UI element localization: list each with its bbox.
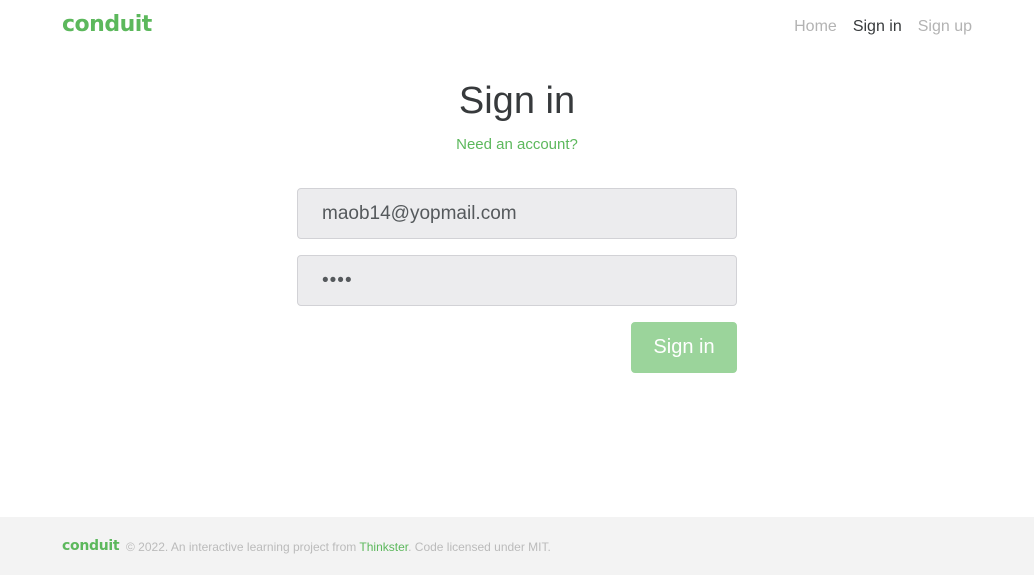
need-account-link[interactable]: Need an account? (456, 136, 578, 153)
nav-item-sign-in: Sign in (853, 18, 902, 36)
footer-attribution: © 2022. An interactive learning project … (126, 540, 551, 554)
footer-brand-link[interactable]: conduit (62, 538, 120, 554)
email-input[interactable] (297, 188, 737, 239)
password-input[interactable] (297, 255, 737, 306)
attribution-suffix: . Code licensed under MIT. (408, 540, 551, 554)
footer: conduit © 2022. An interactive learning … (0, 517, 1034, 575)
nav-links: Home Sign in Sign up (794, 18, 972, 36)
page-title: Sign in (458, 80, 576, 122)
sign-in-button[interactable]: Sign in (631, 322, 737, 373)
need-account-row: Need an account? (0, 136, 1034, 154)
brand-logo-link[interactable]: conduit (62, 12, 152, 37)
thinkster-link[interactable]: Thinkster (359, 540, 408, 554)
attribution-prefix: © 2022. An interactive learning project … (126, 540, 360, 554)
nav-link-sign-up[interactable]: Sign up (918, 18, 972, 35)
nav-item-home: Home (794, 18, 837, 36)
top-navbar: conduit Home Sign in Sign up (0, 0, 1034, 56)
nav-item-sign-up: Sign up (918, 18, 972, 36)
nav-link-sign-in[interactable]: Sign in (853, 18, 902, 35)
nav-link-home[interactable]: Home (794, 18, 837, 35)
